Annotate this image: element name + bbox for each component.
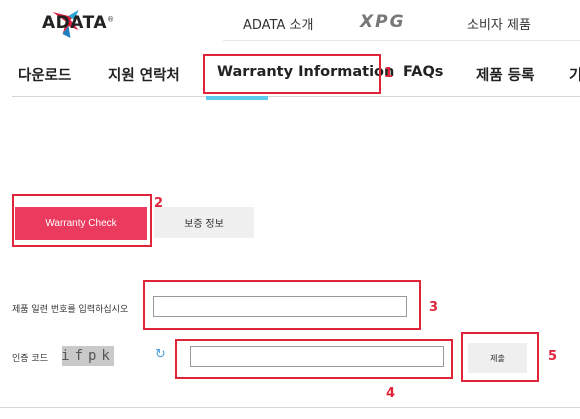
top-link-about[interactable]: ADATA 소개: [243, 14, 313, 33]
annotation-label-2: 2: [154, 196, 164, 211]
nav-downloads[interactable]: 다운로드: [18, 64, 71, 85]
warranty-info-button[interactable]: 보증 정보: [154, 207, 254, 238]
nav-support-contact[interactable]: 지원 연락처: [108, 64, 180, 85]
serial-number-input[interactable]: [153, 296, 407, 317]
nav-more[interactable]: 기: [569, 64, 580, 85]
nav-divider: [12, 96, 580, 97]
annotation-label-3: 3: [429, 300, 439, 315]
annotation-label-4: 4: [386, 386, 396, 401]
top-link-consumer[interactable]: 소비자 제품: [467, 14, 531, 33]
nav-faqs[interactable]: FAQs: [403, 64, 443, 80]
warranty-check-button[interactable]: Warranty Check: [15, 207, 147, 240]
captcha-image: ifpk: [61, 346, 115, 366]
adata-logo-text: ADATA®: [42, 13, 115, 33]
logo-wordmark: ADATA: [42, 13, 108, 33]
top-link-xpg[interactable]: XPG: [360, 12, 406, 32]
registered-mark: ®: [107, 15, 115, 24]
refresh-captcha-icon[interactable]: ↻: [155, 347, 166, 362]
footer-divider: [0, 407, 580, 408]
active-tab-indicator: [206, 96, 268, 100]
verification-code-input[interactable]: [190, 346, 444, 367]
annotation-label-1: 1: [384, 66, 394, 81]
nav-warranty-information[interactable]: Warranty Information: [217, 64, 394, 80]
annotation-label-5: 5: [548, 349, 558, 364]
header-divider: [223, 40, 580, 41]
submit-button[interactable]: 제출: [468, 343, 527, 373]
serial-number-label: 제품 일련 번호를 입력하십시오: [12, 305, 129, 315]
verification-code-label: 인증 코드: [12, 354, 48, 364]
nav-product-registration[interactable]: 제품 등록: [476, 64, 534, 85]
